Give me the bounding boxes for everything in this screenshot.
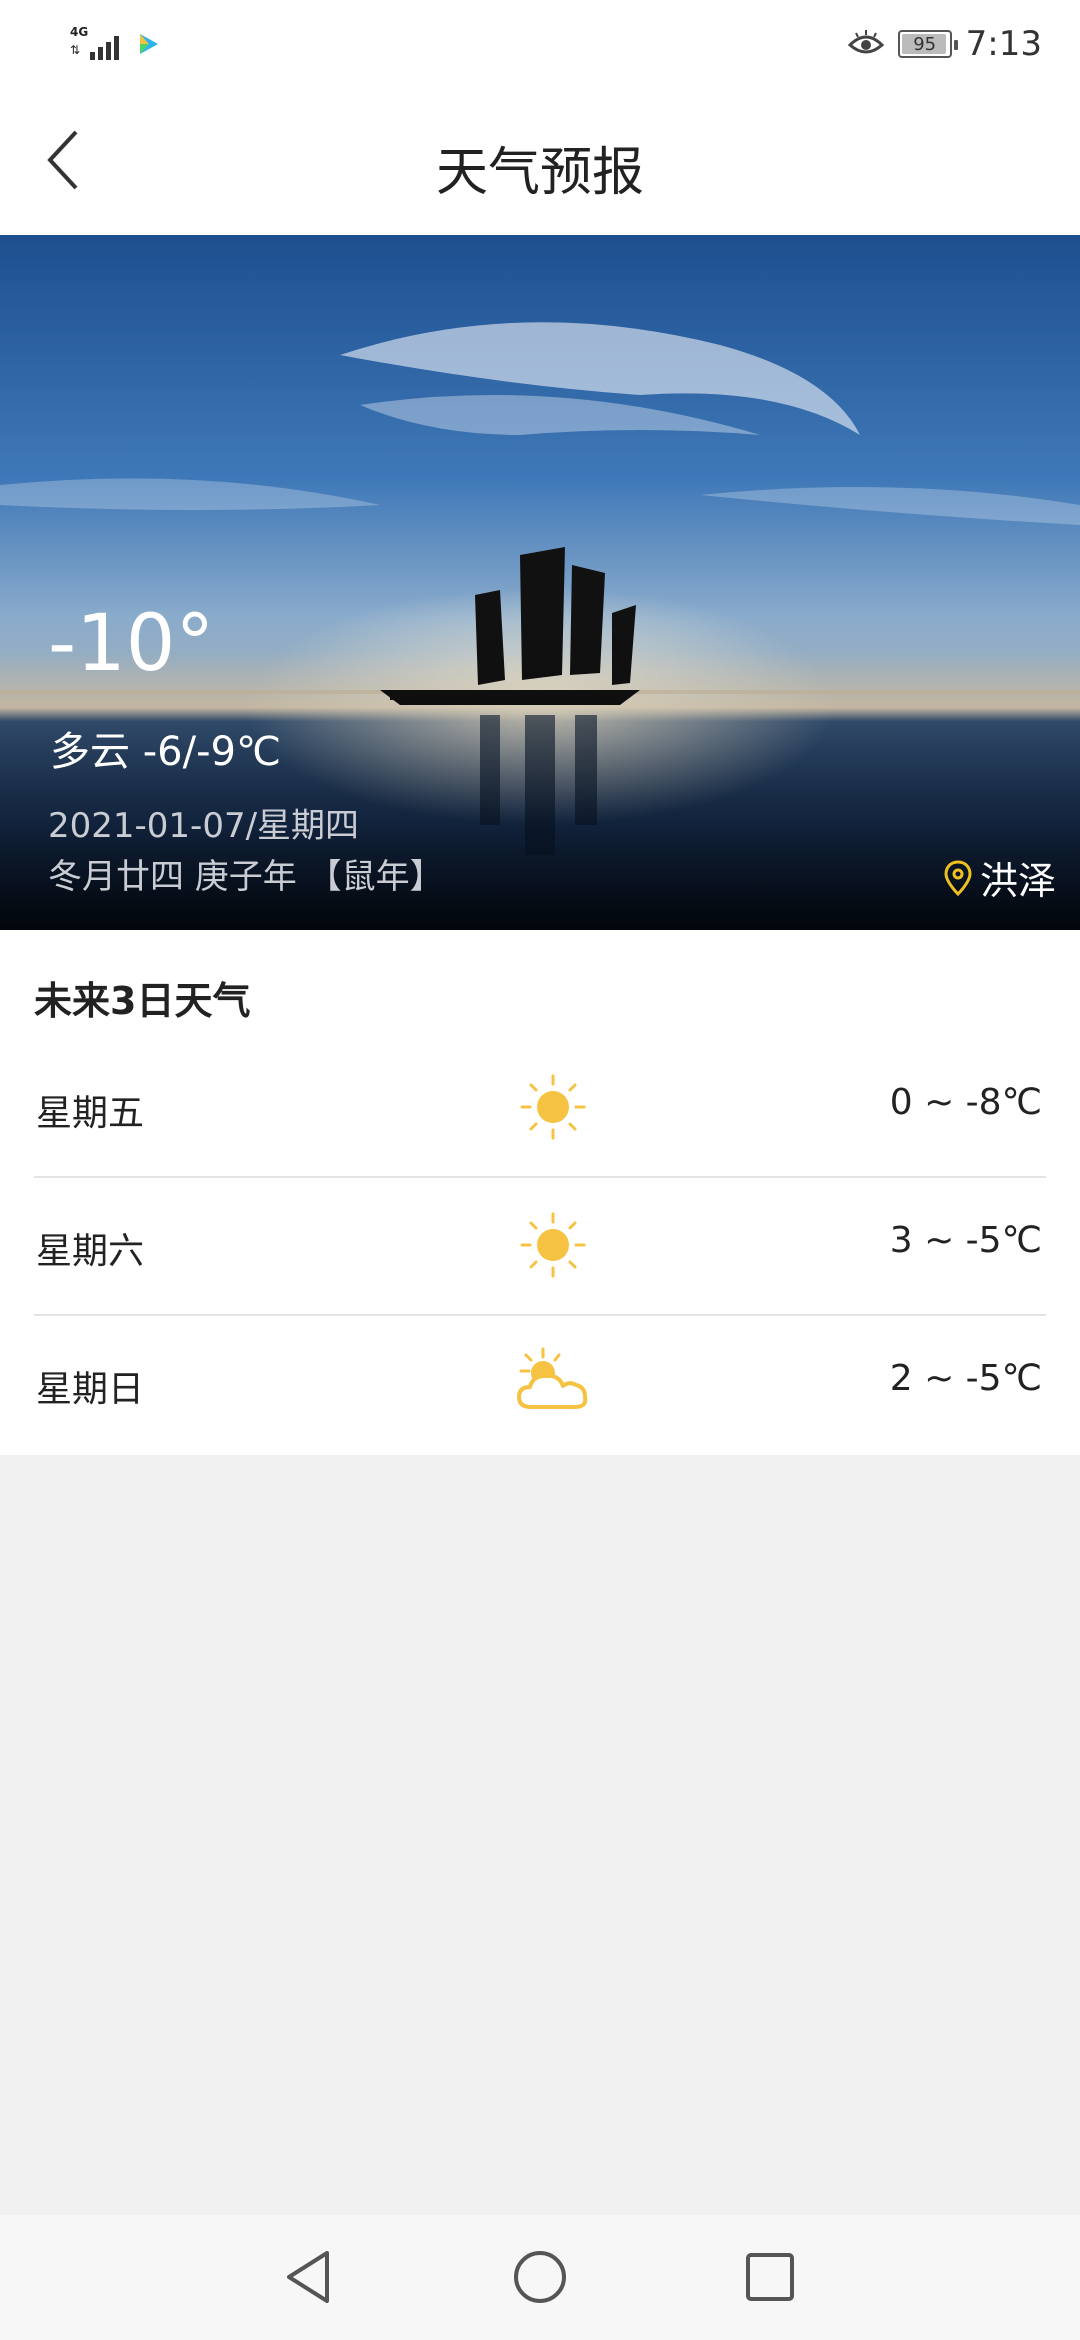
play-app-icon: [134, 30, 162, 58]
forecast-row: 星期六 3 ~ -5℃: [34, 1178, 1046, 1316]
data-arrows: ⇅: [70, 43, 81, 57]
location-button[interactable]: 洪泽: [944, 850, 1056, 905]
status-bar: 4G ⇅ 95 7:13: [0, 0, 1080, 90]
recents-square-icon: [746, 2253, 794, 2301]
forecast-day: 星期日: [36, 1369, 145, 1410]
current-date: 2021-01-07/星期四: [48, 806, 360, 846]
partly-cloudy-icon: [508, 1338, 598, 1428]
status-left: 4G ⇅: [68, 24, 162, 64]
current-weather-hero: -10° 多云 -6/-9℃ 2021-01-07/星期四 冬月廿四 庚子年 【…: [0, 235, 1080, 930]
forecast-range: 3 ~ -5℃: [889, 1220, 1042, 1261]
home-circle-icon: [514, 2251, 566, 2303]
status-right: 95 7:13: [847, 24, 1042, 64]
nav-home-button[interactable]: [510, 2247, 570, 2307]
eye-comfort-icon: [847, 30, 884, 54]
forecast-range: 2 ~ -5℃: [889, 1358, 1042, 1399]
current-temperature: -10°: [48, 599, 215, 689]
page-title: 天气预报: [435, 143, 644, 203]
forecast-section: 未来3日天气 星期五 0 ~ -8℃ 星期六 3 ~ -5℃ 星期日 2 ~ -…: [0, 930, 1080, 1455]
back-triangle-icon: [287, 2251, 329, 2303]
signal-icon: 4G ⇅: [68, 24, 124, 64]
forecast-row: 星期日 2 ~ -5℃: [34, 1316, 1046, 1454]
sunny-icon: [508, 1062, 598, 1152]
forecast-title: 未来3日天气: [34, 979, 251, 1023]
system-nav-bar: [0, 2215, 1080, 2340]
location-name: 洪泽: [979, 859, 1056, 903]
forecast-day: 星期六: [36, 1231, 145, 1272]
sunny-icon: [508, 1200, 598, 1290]
map-pin-icon: [944, 859, 972, 896]
forecast-row: 星期五 0 ~ -8℃: [34, 1040, 1046, 1178]
network-type: 4G: [70, 25, 89, 39]
app-header: 天气预报: [0, 90, 1080, 235]
nav-recents-button[interactable]: [740, 2247, 800, 2307]
clock: 7:13: [965, 24, 1042, 64]
lunar-date: 冬月廿四 庚子年 【鼠年】: [48, 857, 444, 897]
forecast-range: 0 ~ -8℃: [889, 1082, 1042, 1123]
battery-level: 95: [913, 33, 937, 55]
current-condition: 多云 -6/-9℃: [50, 729, 281, 775]
battery-icon: 95: [897, 30, 958, 58]
forecast-day: 星期五: [36, 1093, 145, 1134]
nav-back-button[interactable]: [278, 2247, 338, 2307]
